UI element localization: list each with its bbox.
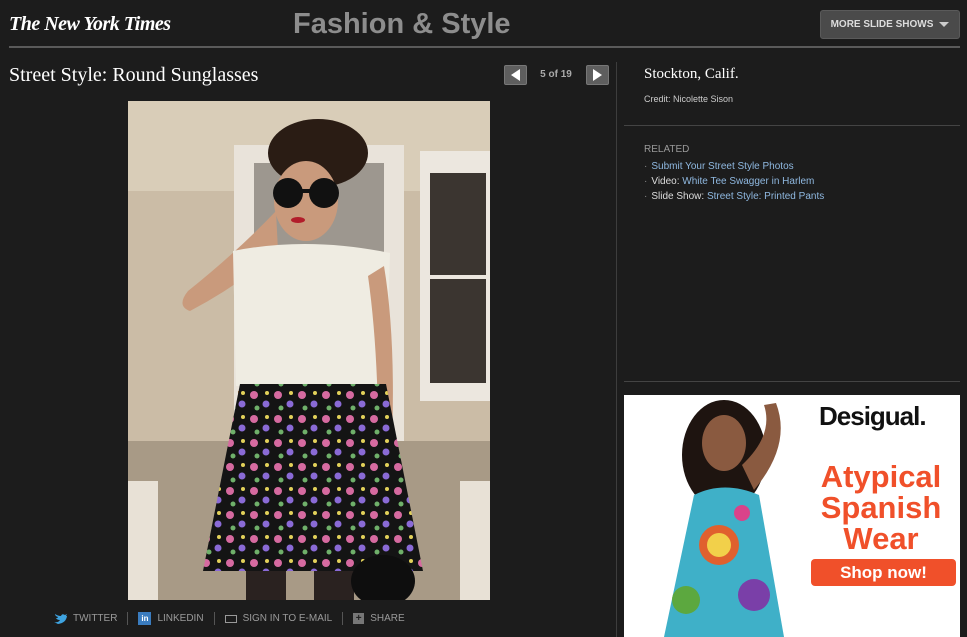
twitter-bird-icon bbox=[54, 613, 67, 624]
slide-photo bbox=[128, 101, 490, 600]
email-label: SIGN IN TO E-MAIL bbox=[242, 613, 333, 624]
more-slide-shows-button[interactable]: MORE SLIDE SHOWS bbox=[820, 10, 960, 39]
street-style-photo-illustration bbox=[128, 101, 490, 600]
arrow-right-icon bbox=[593, 69, 602, 81]
caption-divider bbox=[624, 125, 960, 126]
share-divider bbox=[127, 612, 129, 625]
caret-down-icon bbox=[939, 22, 950, 27]
email-share-button[interactable]: SIGN IN TO E-MAIL bbox=[224, 613, 333, 624]
related-link-slideshow[interactable]: Street Style: Printed Pants bbox=[707, 191, 824, 202]
more-slide-shows-label: MORE SLIDE SHOWS bbox=[830, 19, 934, 30]
bullet-icon: · bbox=[644, 161, 648, 172]
share-divider bbox=[342, 612, 344, 625]
share-button[interactable]: + SHARE bbox=[353, 613, 405, 624]
photo-location: Stockton, Calif. bbox=[644, 66, 739, 82]
slide-counter: 5 of 19 bbox=[540, 69, 572, 80]
linkedin-label: LINKEDIN bbox=[157, 613, 204, 624]
share-label: SHARE bbox=[370, 613, 405, 624]
slideshow-title: Street Style: Round Sunglasses bbox=[9, 64, 259, 86]
related-link-submit-photos[interactable]: Submit Your Street Style Photos bbox=[651, 161, 793, 172]
envelope-icon bbox=[224, 614, 237, 623]
twitter-label: TWITTER bbox=[73, 613, 118, 624]
plus-icon: + bbox=[353, 613, 365, 624]
nyt-logo[interactable]: The New York Times bbox=[9, 13, 171, 36]
ad-shop-now-button[interactable]: Shop now! bbox=[811, 559, 956, 586]
ad-tagline-line: Atypical bbox=[820, 459, 942, 494]
twitter-share-button[interactable]: TWITTER bbox=[54, 613, 117, 624]
previous-slide-button[interactable] bbox=[504, 65, 527, 85]
related-item: · Video: White Tee Swagger in Harlem bbox=[644, 174, 824, 189]
linkedin-share-button[interactable]: in LINKEDIN bbox=[138, 612, 204, 625]
bullet-icon: · bbox=[644, 176, 648, 187]
next-slide-button[interactable] bbox=[586, 65, 609, 85]
related-item-prefix: Slide Show: bbox=[651, 191, 707, 202]
related-heading: RELATED bbox=[644, 144, 690, 155]
ad-tagline: Atypical Spanish Wear bbox=[806, 461, 956, 554]
share-bar: TWITTER in LINKEDIN SIGN IN TO E-MAIL + … bbox=[54, 612, 405, 625]
ad-tagline-line: Wear bbox=[843, 521, 919, 556]
arrow-left-icon bbox=[511, 69, 520, 81]
share-divider bbox=[213, 612, 215, 625]
related-item: · Submit Your Street Style Photos bbox=[644, 159, 824, 174]
column-divider bbox=[616, 62, 617, 637]
related-link-video[interactable]: White Tee Swagger in Harlem bbox=[682, 176, 814, 187]
bullet-icon: · bbox=[644, 191, 648, 202]
linkedin-icon: in bbox=[138, 612, 152, 625]
ad-brand-logo: Desigual. bbox=[819, 401, 927, 431]
ad-divider bbox=[624, 381, 960, 382]
desigual-advertisement[interactable]: Desigual. Atypical Spanish Wear Shop now… bbox=[624, 395, 960, 637]
ad-tagline-line: Spanish bbox=[820, 490, 942, 525]
section-title[interactable]: Fashion & Style bbox=[293, 8, 511, 41]
related-item-prefix: Video: bbox=[651, 176, 683, 187]
related-list: · Submit Your Street Style Photos · Video:… bbox=[644, 159, 824, 204]
photo-credit: Credit: Nicolette Sison bbox=[644, 94, 734, 104]
header-divider bbox=[9, 46, 960, 48]
related-item: · Slide Show: Street Style: Printed Pants bbox=[644, 189, 824, 204]
